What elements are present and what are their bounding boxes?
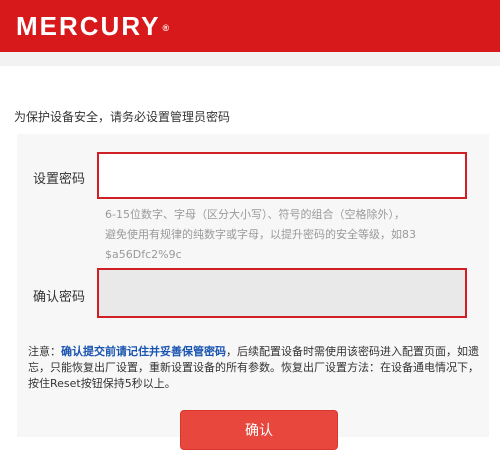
password-hint: 6-15位数字、字母（区分大小写）、符号的组合（空格除外）， 避免使用有规律的纯… [105, 205, 475, 265]
logo-text: MERCURY [16, 11, 161, 41]
hint-line: 6-15位数字、字母（区分大小写）、符号的组合（空格除外）， [105, 208, 405, 221]
password-input[interactable] [97, 152, 467, 199]
warning-note: 注意：确认提交前请记住并妥善保管密码，后续配置设备时需使用该密码进入配置页面，如… [28, 344, 484, 392]
registered-mark: ® [162, 23, 170, 33]
header-divider [0, 52, 500, 66]
confirm-button[interactable]: 确认 [180, 410, 338, 450]
mercury-logo: MERCURY ® [16, 12, 169, 40]
hint-line: $a56Dfc2%9c [105, 248, 182, 261]
confirm-password-label: 确认密码 [33, 290, 86, 305]
note-emphasis: 确认提交前请记住并妥善保管密码 [61, 345, 226, 358]
intro-text: 为保护设备安全，请务必设置管理员密码 [14, 110, 231, 124]
confirm-password-input[interactable] [97, 268, 467, 318]
hint-line: 避免使用有规律的纯数字或字母，以提升密码的安全等级，如83 [105, 228, 416, 241]
brand-header: MERCURY ® [0, 0, 500, 52]
password-label: 设置密码 [33, 172, 86, 187]
note-prefix: 注意： [28, 345, 61, 358]
